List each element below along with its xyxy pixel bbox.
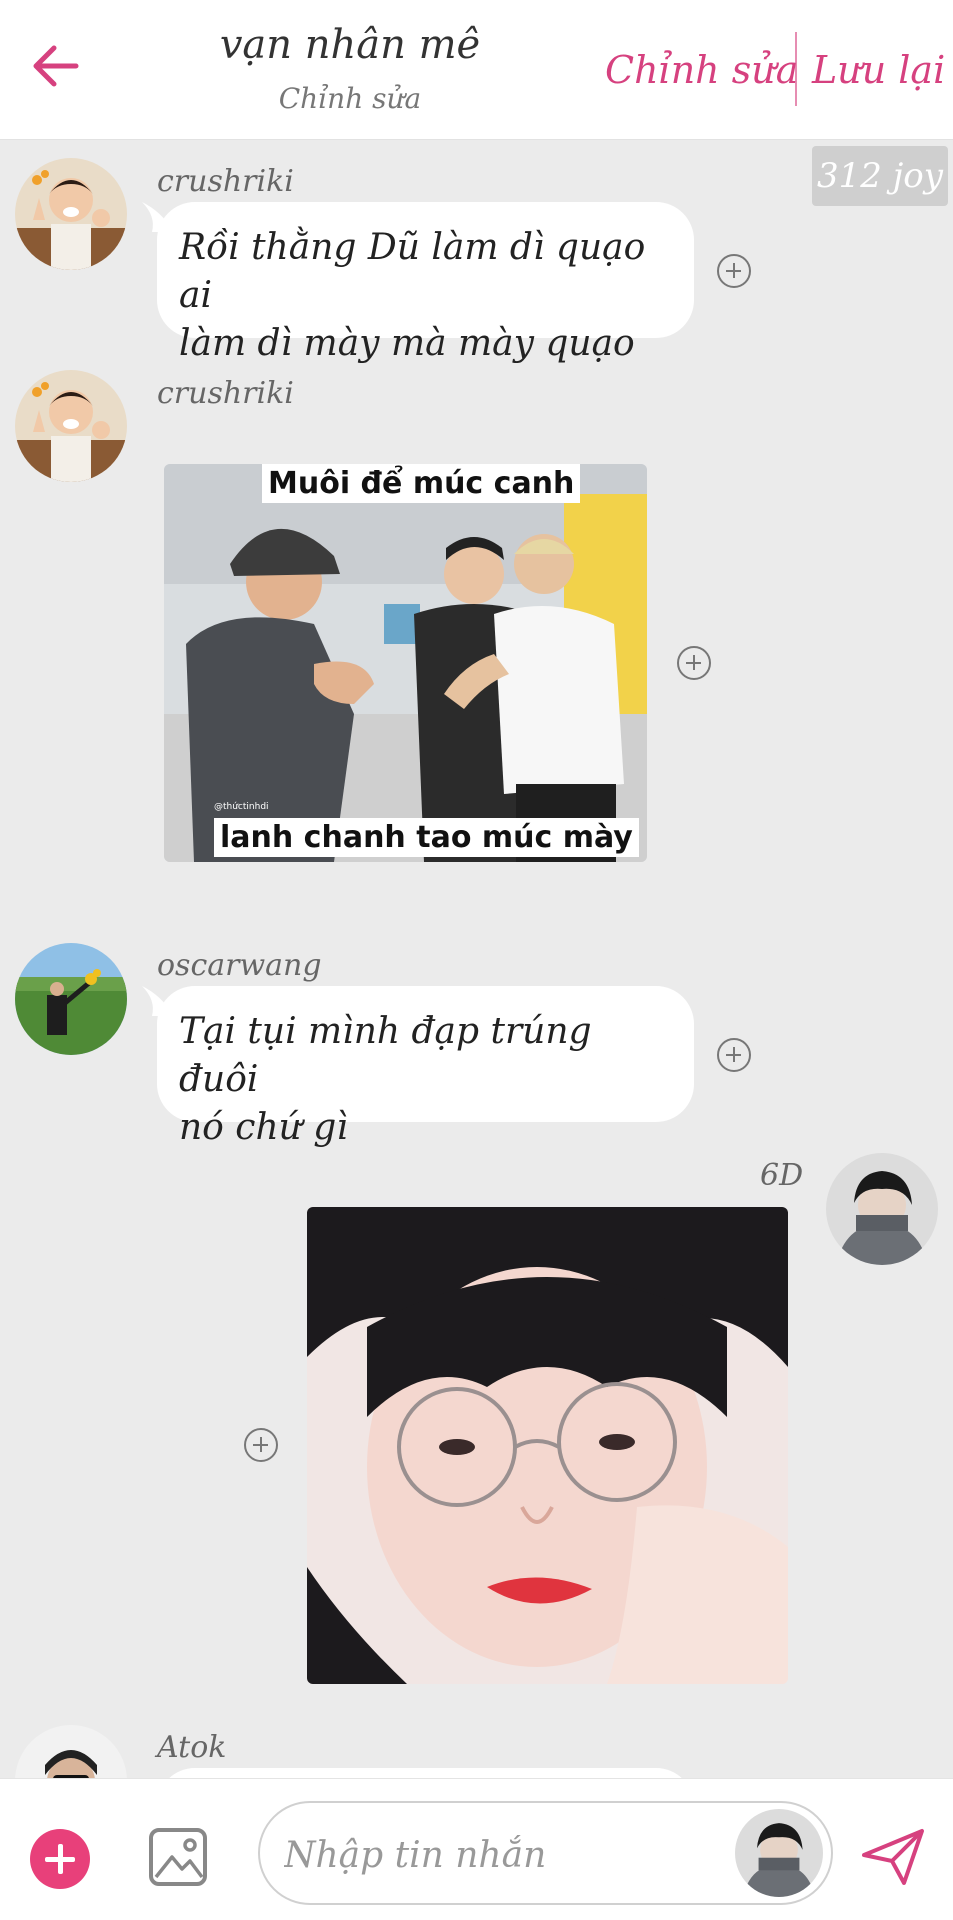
edit-button[interactable]: Chỉnh sửa bbox=[605, 48, 798, 92]
message-bubble[interactable]: Tại tụi mình đạp trúng đuôi nó chứ gì bbox=[157, 986, 694, 1148]
sender-avatar[interactable] bbox=[735, 1809, 823, 1897]
message-image[interactable]: Muôi để múc canh lanh chanh tao múc mày … bbox=[164, 464, 647, 862]
message-input-wrapper[interactable] bbox=[258, 1801, 833, 1905]
avatar[interactable] bbox=[15, 1725, 127, 1778]
image-gallery-icon[interactable] bbox=[148, 1827, 208, 1887]
chat-subtitle: Chỉnh sửa bbox=[278, 82, 422, 115]
header-divider bbox=[795, 32, 797, 106]
message-username: oscarwang bbox=[157, 948, 322, 983]
composer-bar bbox=[0, 1778, 953, 1920]
save-button[interactable]: Lưu lại bbox=[812, 48, 945, 92]
add-reaction-icon[interactable] bbox=[244, 1428, 278, 1462]
chat-title: vạn nhân mê bbox=[219, 22, 481, 68]
add-reaction-icon[interactable] bbox=[717, 254, 751, 288]
message-username: crushriki bbox=[157, 376, 294, 411]
avatar[interactable] bbox=[15, 370, 127, 482]
message-bubble[interactable]: Rồi thằng Dũ làm dì quạo ai làm dì mày m… bbox=[157, 202, 694, 364]
send-icon[interactable] bbox=[860, 1827, 926, 1887]
message-text-line: Tại tụi mình đạp trúng đuôi bbox=[179, 1011, 592, 1100]
message-image[interactable] bbox=[307, 1207, 788, 1684]
tag-chip: 312 joy bbox=[812, 146, 948, 206]
avatar[interactable] bbox=[826, 1153, 938, 1265]
message-bubble[interactable] bbox=[157, 1768, 694, 1778]
avatar[interactable] bbox=[15, 158, 127, 270]
avatar[interactable] bbox=[15, 943, 127, 1055]
message-input[interactable] bbox=[284, 1831, 724, 1879]
message-username: crushriki bbox=[157, 164, 294, 199]
message-text-line: Rồi thằng Dũ làm dì quạo ai bbox=[179, 227, 646, 316]
add-reaction-icon[interactable] bbox=[677, 646, 711, 680]
add-attachment-button[interactable] bbox=[30, 1829, 90, 1889]
meme-caption-top: Muôi để múc canh bbox=[262, 464, 581, 503]
add-reaction-icon[interactable] bbox=[717, 1038, 751, 1072]
meme-watermark: @thứctinhdi bbox=[214, 802, 269, 812]
top-header: vạn nhân mê Chỉnh sửa Chỉnh sửa Lưu lại bbox=[0, 0, 953, 140]
meme-caption-bottom: lanh chanh tao múc mày bbox=[214, 818, 639, 857]
message-username: Atok bbox=[157, 1730, 227, 1765]
message-text-line: làm dì mày mà mày quạo bbox=[179, 323, 635, 364]
message-username: 6D bbox=[760, 1158, 804, 1193]
message-text-line: nó chứ gì bbox=[179, 1107, 348, 1148]
chat-thread[interactable]: 312 joy crushriki Rồi thằng Dũ làm dì qu… bbox=[0, 140, 953, 1778]
back-arrow-icon[interactable] bbox=[28, 38, 84, 94]
